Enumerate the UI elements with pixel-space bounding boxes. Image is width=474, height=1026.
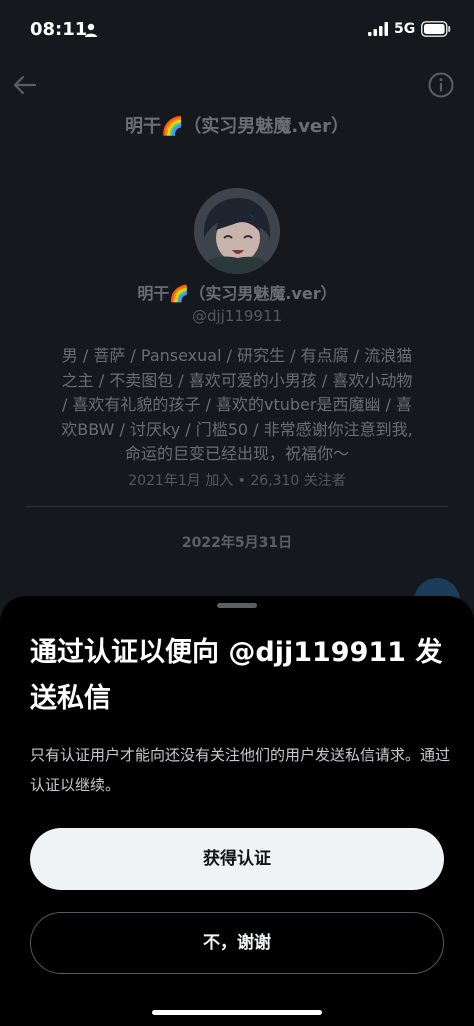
avatar[interactable] — [194, 188, 280, 274]
conversation-header: 明干🌈（实习男魅魔.ver） — [0, 60, 474, 160]
home-indicator[interactable] — [152, 1010, 322, 1015]
profile-bio: 男 / 菩萨 / Pansexual / 研究生 / 有点腐 / 流浪猫 之主 … — [26, 344, 448, 467]
profile-handle: @djj119911 — [191, 307, 283, 325]
signal-icon — [368, 22, 388, 36]
bio-line: 欢BBW / 讨厌ky / 门槛50 / 非常感谢你注意到我, — [61, 419, 413, 439]
profile-display-name: 明干🌈（实习男魅魔.ver） — [137, 284, 337, 303]
network-label: 5G — [394, 21, 416, 37]
divider — [26, 506, 448, 507]
info-icon[interactable] — [427, 71, 455, 99]
no-thanks-button[interactable]: 不，谢谢 — [30, 912, 444, 974]
get-verified-label: 获得认证 — [203, 849, 271, 868]
verification-sheet: 通过认证以便向 @djj119911 发送私信 只有认证用户才能向还没有关注他们… — [0, 596, 474, 1026]
bio-line: 命运的巨变已经出现，祝福你～ — [124, 444, 349, 463]
bio-line: 之主 / 不卖图包 / 喜欢可爱的小男孩 / 喜欢小动物 — [61, 370, 413, 390]
conversation-date: 2022年5月31日 — [181, 535, 293, 551]
avatar-image — [194, 188, 280, 274]
get-verified-button[interactable]: 获得认证 — [30, 828, 444, 890]
bio-line: / 喜欢有礼貌的孩子 / 喜欢的vtuber是西魔幽 / 喜 — [61, 395, 413, 414]
person-icon — [85, 23, 97, 37]
status-bar: 08:11 5G — [0, 0, 474, 60]
header-title: 明干🌈（实习男魅魔.ver） — [124, 116, 350, 137]
bio-line: 男 / 菩萨 / Pansexual / 研究生 / 有点腐 / 流浪猫 — [61, 346, 413, 365]
sheet-description: 只有认证用户才能向还没有关注他们的用户发送私信请求。通过认证以继续。 — [30, 746, 451, 794]
status-time: 08:11 — [30, 19, 88, 40]
joined-info: 2021年1月 加入 • 26,310 关注者 — [128, 473, 346, 489]
battery-icon — [421, 21, 451, 37]
sheet-title: 通过认证以便向 @djj119911 发送私信 — [30, 637, 443, 714]
sheet-drag-handle[interactable] — [217, 603, 257, 608]
no-thanks-label: 不，谢谢 — [203, 933, 271, 952]
back-arrow-icon[interactable] — [12, 72, 38, 98]
